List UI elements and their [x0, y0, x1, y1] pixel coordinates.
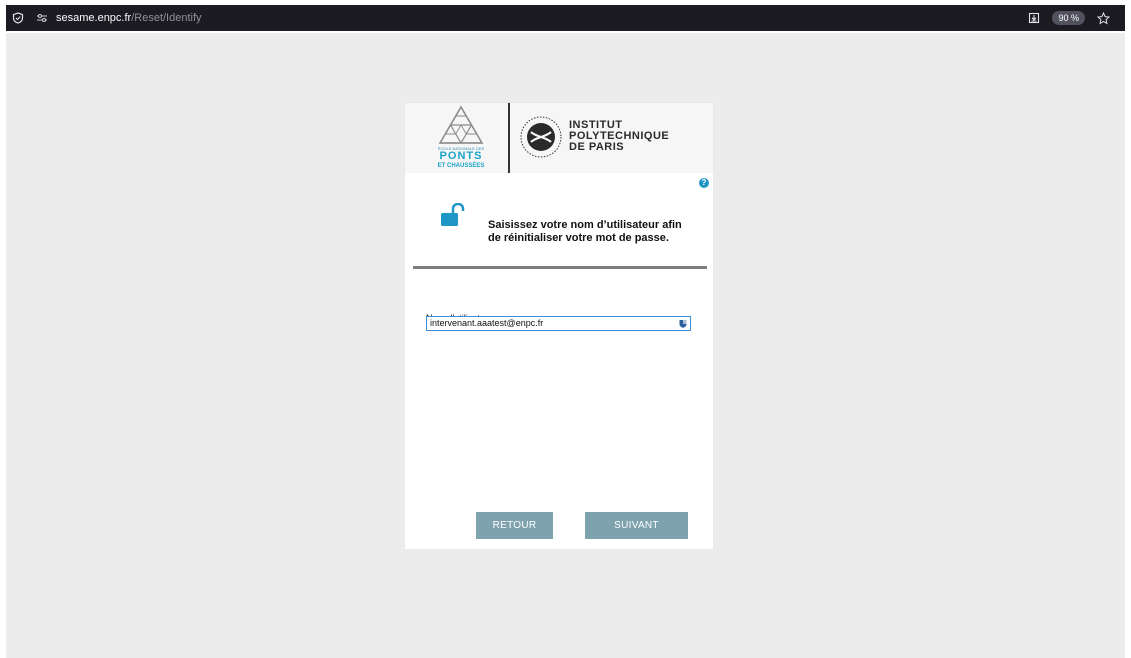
instruction-line-2: de réinitialiser votre mot de passe. [488, 232, 669, 244]
header-divider [508, 103, 510, 173]
ponts-logo: ÉCOLE NATIONALE DES PONTS ET CHAUSSÉES [437, 105, 485, 171]
url-host: sesame.enpc.fr [56, 12, 132, 24]
card-header: ÉCOLE NATIONALE DES PONTS ET CHAUSSÉES I… [405, 103, 713, 173]
next-button[interactable]: SUIVANT [585, 512, 688, 539]
shield-icon[interactable] [8, 8, 28, 28]
ipp-emblem-icon [520, 116, 562, 158]
permissions-icon[interactable] [32, 8, 52, 28]
browser-url-bar[interactable]: sesame.enpc.fr/Reset/Identify 90 % [6, 5, 1125, 31]
username-input-value: intervenant.aaatest@enpc.fr [430, 318, 544, 328]
ipp-logo-text: INSTITUT POLYTECHNIQUE DE PARIS [569, 120, 669, 153]
reset-card: ÉCOLE NATIONALE DES PONTS ET CHAUSSÉES I… [405, 103, 713, 549]
help-icon[interactable]: ? [699, 178, 709, 188]
unlocked-padlock-icon [441, 203, 465, 226]
back-button[interactable]: RETOUR [476, 512, 553, 539]
ponts-triangle-icon [438, 105, 484, 144]
url-path: /Reset/Identify [131, 12, 202, 24]
ponts-sub-text: ET CHAUSSÉES [437, 163, 485, 169]
instruction-text: Saisissez votre nom d’utilisateur afin d… [488, 219, 713, 245]
ipp-line-3: DE PARIS [569, 141, 625, 153]
section-divider [413, 266, 707, 269]
zoom-level-badge[interactable]: 90 % [1052, 11, 1085, 25]
url-bar-actions: 90 % [1024, 8, 1113, 28]
url-text[interactable]: sesame.enpc.fr/Reset/Identify [56, 12, 202, 24]
ponts-big-text: PONTS [439, 150, 483, 162]
instruction-line-1: Saisissez votre nom d’utilisateur afin [488, 219, 682, 231]
password-manager-icon[interactable] [679, 319, 687, 328]
save-page-icon[interactable] [1024, 8, 1044, 28]
username-input[interactable]: intervenant.aaatest@enpc.fr [426, 316, 691, 331]
bookmark-star-icon[interactable] [1093, 8, 1113, 28]
